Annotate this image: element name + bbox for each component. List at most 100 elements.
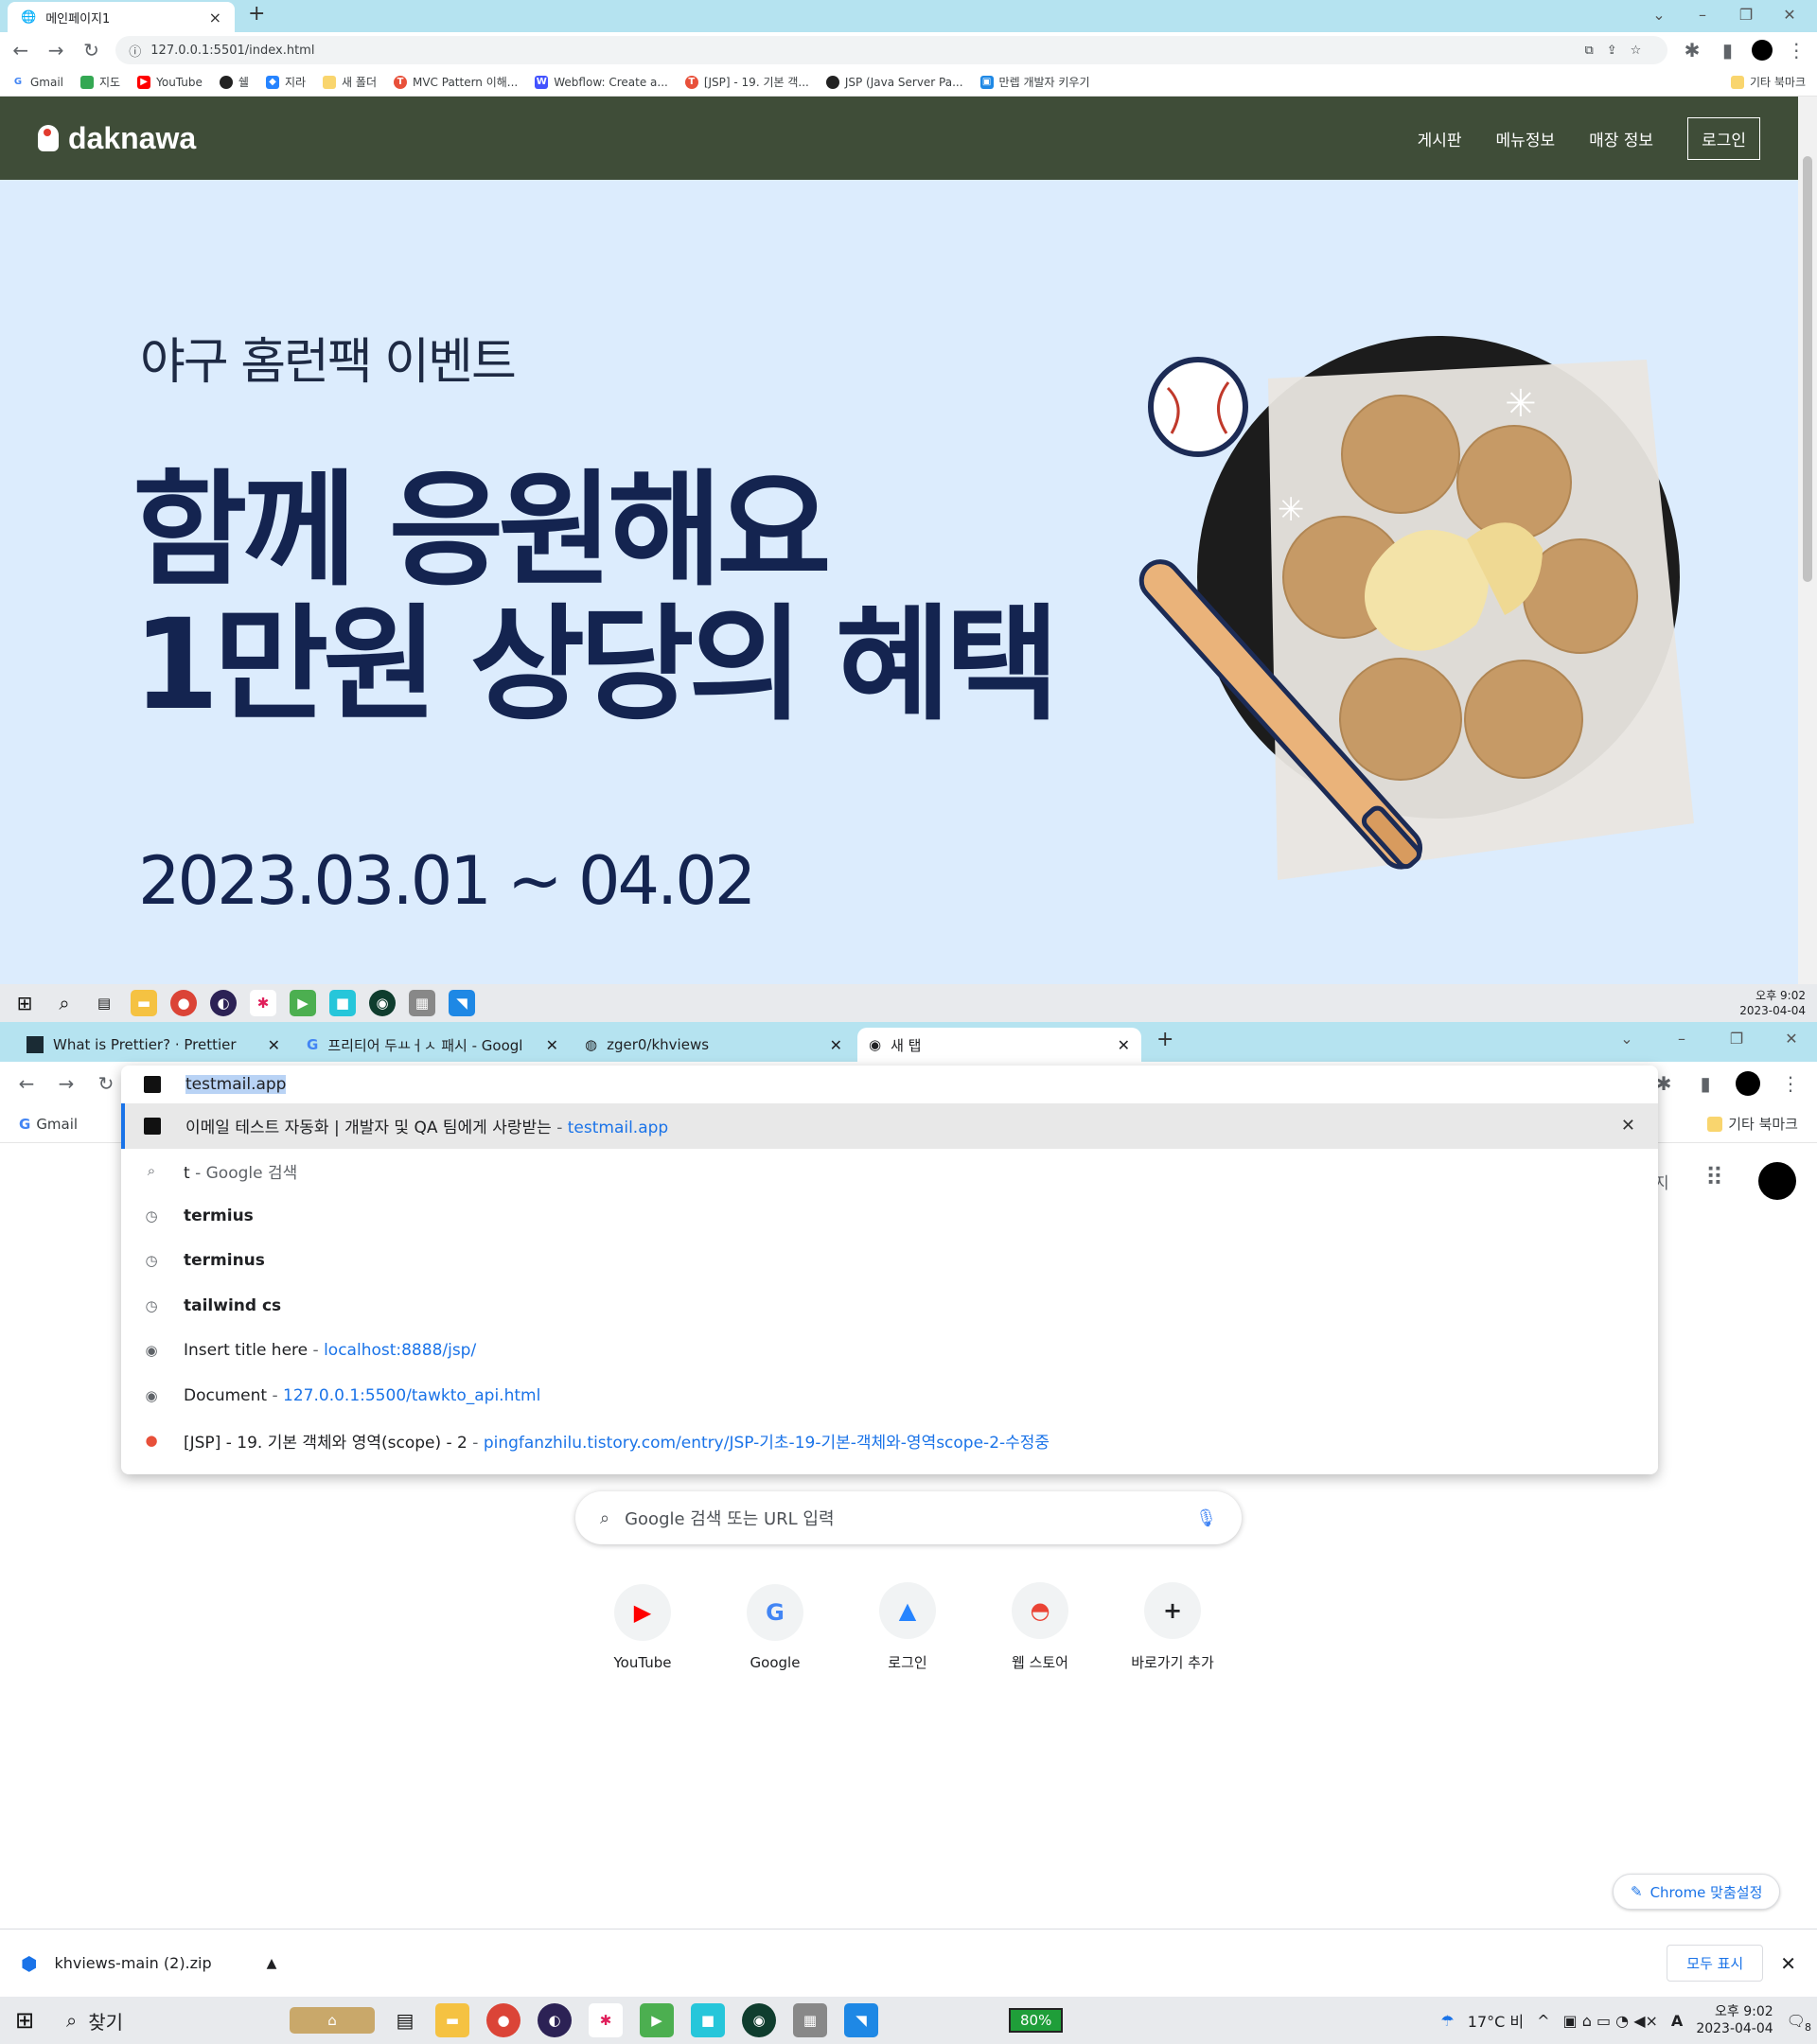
suggestion-item[interactable]: ◷ tailwind cs bbox=[121, 1283, 1658, 1329]
google-search-box[interactable]: ⌕ Google 검색 또는 URL 입력 🎙 bbox=[575, 1491, 1242, 1544]
chrome-icon[interactable]: ● bbox=[170, 990, 197, 1016]
profile-avatar[interactable] bbox=[1758, 1162, 1796, 1200]
address-bar[interactable]: ⓘ 127.0.0.1:5501/index.html ⧉⇪☆ bbox=[115, 36, 1668, 64]
info-icon[interactable]: ⓘ bbox=[129, 42, 141, 60]
tab-search-icon[interactable]: ⌄ bbox=[1637, 6, 1681, 24]
bookmark-youtube[interactable]: ▶ YouTube bbox=[137, 75, 203, 89]
gitkraken-icon[interactable]: ◉ bbox=[369, 990, 396, 1016]
windows-start-icon[interactable]: ⊞ bbox=[11, 2007, 38, 2034]
taskbar-clock[interactable]: 오후 9:02 2023-04-04 bbox=[1696, 2003, 1773, 2037]
taskbar-search[interactable]: ⌕ 찾기 bbox=[55, 1997, 273, 2044]
battery-indicator[interactable]: 80% bbox=[1009, 2008, 1064, 2033]
customize-chrome-button[interactable]: ✎ Chrome 맞춤설정 bbox=[1613, 1874, 1781, 1910]
profile-avatar[interactable] bbox=[1752, 40, 1773, 61]
suggestion-item[interactable]: ◉ Document - 127.0.0.1:5500/tawkto_api.h… bbox=[121, 1373, 1658, 1418]
ime-indicator[interactable]: A bbox=[1671, 2012, 1683, 2030]
site-logo[interactable]: daknawa bbox=[38, 121, 196, 156]
weather-text[interactable]: 17°C 비 bbox=[1468, 2009, 1524, 2032]
tab-github[interactable]: ◍ zger0/khviews ✕ bbox=[573, 1028, 854, 1062]
show-all-button[interactable]: 모두 표시 bbox=[1667, 1945, 1764, 1982]
reload-icon[interactable]: ↻ bbox=[80, 39, 102, 62]
gitkraken-icon[interactable]: ◉ bbox=[742, 2003, 776, 2037]
restore-button[interactable]: ❐ bbox=[1724, 6, 1768, 24]
tab-google-search[interactable]: G 프리티어 두ㅛㅓㅅ 패시 - Googl ✕ bbox=[295, 1028, 570, 1062]
eclipse-icon[interactable]: ◐ bbox=[538, 2003, 572, 2037]
tab-new-tab[interactable]: ◉ 새 탭 ✕ bbox=[857, 1028, 1141, 1062]
notification-icon[interactable]: 🗨 8 bbox=[1787, 2012, 1811, 2034]
other-bookmarks[interactable]: 기타 북마크 bbox=[1707, 1114, 1798, 1134]
app-icon[interactable]: ■ bbox=[329, 990, 356, 1016]
close-icon[interactable]: ✕ bbox=[546, 1036, 558, 1054]
menu-icon[interactable]: ⋮ bbox=[1779, 1072, 1802, 1095]
bookmark-new-folder[interactable]: 새 폴더 bbox=[323, 74, 377, 90]
bookmark-shell[interactable]: 쉘 bbox=[219, 74, 249, 90]
close-window-button[interactable]: ✕ bbox=[1768, 6, 1811, 24]
nav-board[interactable]: 게시판 bbox=[1418, 127, 1462, 150]
new-tab-button[interactable]: + bbox=[248, 2, 265, 26]
restore-button[interactable]: ❐ bbox=[1715, 1030, 1758, 1048]
tab-prettier[interactable]: What is Prettier? · Prettier ✕ bbox=[15, 1028, 291, 1062]
close-icon[interactable]: ✕ bbox=[830, 1036, 842, 1054]
back-icon[interactable]: ← bbox=[15, 1072, 38, 1095]
media-app-icon[interactable]: ▶ bbox=[640, 2003, 674, 2037]
shortcut-add[interactable]: + 바로가기 추가 bbox=[1117, 1582, 1228, 1672]
bookmark-webflow[interactable]: W Webflow: Create a... bbox=[535, 75, 668, 89]
close-window-button[interactable]: ✕ bbox=[1770, 1030, 1813, 1048]
bookmark-maps[interactable]: 지도 bbox=[80, 74, 120, 90]
shortcut-google[interactable]: G Google bbox=[719, 1583, 831, 1671]
slack-icon[interactable]: ✱ bbox=[250, 990, 276, 1016]
profile-avatar[interactable] bbox=[1736, 1071, 1760, 1096]
suggestion-item[interactable]: ◉ Insert title here - localhost:8888/jsp… bbox=[121, 1329, 1658, 1374]
eclipse-icon[interactable]: ◐ bbox=[210, 990, 237, 1016]
shortcut-web-store[interactable]: ◓ 웹 스토어 bbox=[984, 1582, 1096, 1672]
vscode-icon[interactable]: ◥ bbox=[449, 990, 475, 1016]
shortcut-login[interactable]: ▲ 로그인 bbox=[852, 1582, 963, 1672]
login-button[interactable]: 로그인 bbox=[1687, 116, 1760, 160]
nav-menu-info[interactable]: 메뉴정보 bbox=[1496, 127, 1556, 150]
bookmark-jira[interactable]: ◆ 지라 bbox=[265, 74, 306, 90]
download-filename[interactable]: khviews-main (2).zip bbox=[54, 1954, 211, 1972]
close-icon[interactable]: ✕ bbox=[1780, 1952, 1796, 1975]
nav-store-info[interactable]: 매장 정보 bbox=[1589, 127, 1653, 150]
suggestion-item[interactable]: ● [JSP] - 19. 기본 객체와 영역(scope) - 2 - pin… bbox=[121, 1418, 1658, 1464]
shortcut-youtube[interactable]: ▶ YouTube bbox=[587, 1583, 698, 1671]
microphone-icon[interactable]: 🎙 bbox=[1195, 1508, 1217, 1528]
reload-icon[interactable]: ↻ bbox=[95, 1072, 117, 1095]
remove-suggestion-icon[interactable]: ✕ bbox=[1621, 1116, 1635, 1136]
forward-icon[interactable]: → bbox=[44, 39, 66, 62]
back-icon[interactable]: ← bbox=[9, 39, 31, 62]
chrome-icon[interactable]: ● bbox=[486, 2003, 520, 2037]
page-scrollbar-thumb[interactable] bbox=[1803, 156, 1812, 582]
apps-grid-icon[interactable]: ⠿ bbox=[1705, 1164, 1723, 1192]
suggestion-item[interactable]: ⌕ t - Google 검색 bbox=[121, 1149, 1658, 1194]
task-view-icon[interactable]: ▤ bbox=[392, 2007, 418, 2034]
search-icon[interactable]: ⌕ bbox=[51, 990, 78, 1016]
close-icon[interactable]: ✕ bbox=[268, 1036, 280, 1054]
omnibox-actions-icon[interactable]: ⧉⇪☆ bbox=[1584, 44, 1654, 58]
chevron-up-icon[interactable]: ^ bbox=[1537, 2012, 1549, 2030]
tab-search-icon[interactable]: ⌄ bbox=[1605, 1030, 1649, 1048]
menu-icon[interactable]: ⋮ bbox=[1786, 39, 1808, 62]
bookmark-jsp-blog[interactable]: T [JSP] - 19. 기본 객... bbox=[684, 74, 809, 90]
new-tab-button[interactable]: + bbox=[1156, 1028, 1173, 1051]
file-explorer-icon[interactable]: ▬ bbox=[131, 990, 157, 1016]
windows-start-icon[interactable]: ⊞ bbox=[11, 990, 38, 1016]
forward-icon[interactable]: → bbox=[55, 1072, 78, 1095]
file-explorer-icon[interactable]: ▬ bbox=[435, 2003, 469, 2037]
media-app-icon[interactable]: ▶ bbox=[290, 990, 316, 1016]
suggestion-item[interactable]: ◷ terminus bbox=[121, 1239, 1658, 1284]
notepad-icon[interactable]: ▦ bbox=[409, 990, 435, 1016]
bookmark-mvc[interactable]: T MVC Pattern 이해... bbox=[393, 74, 518, 90]
app-icon[interactable]: ■ bbox=[691, 2003, 725, 2037]
bookmark-dev[interactable]: ▣ 만렙 개발자 키우기 bbox=[979, 74, 1090, 90]
close-icon[interactable]: ✕ bbox=[1118, 1036, 1130, 1054]
side-panel-icon[interactable]: ▮ bbox=[1717, 39, 1738, 62]
tray-icons[interactable]: ▣ ⌂ ▭ ◔ ◀× bbox=[1563, 2012, 1658, 2030]
notepad-icon[interactable]: ▦ bbox=[793, 2003, 827, 2037]
slack-icon[interactable]: ✱ bbox=[589, 2003, 623, 2037]
bookmark-gmail[interactable]: G Gmail bbox=[11, 76, 63, 89]
other-bookmarks[interactable]: 기타 북마크 bbox=[1730, 74, 1806, 90]
omnibox-input[interactable]: testmail.app bbox=[121, 1066, 1658, 1103]
suggestion-item[interactable]: ◷ termius bbox=[121, 1193, 1658, 1239]
minimize-button[interactable]: – bbox=[1660, 1030, 1703, 1048]
